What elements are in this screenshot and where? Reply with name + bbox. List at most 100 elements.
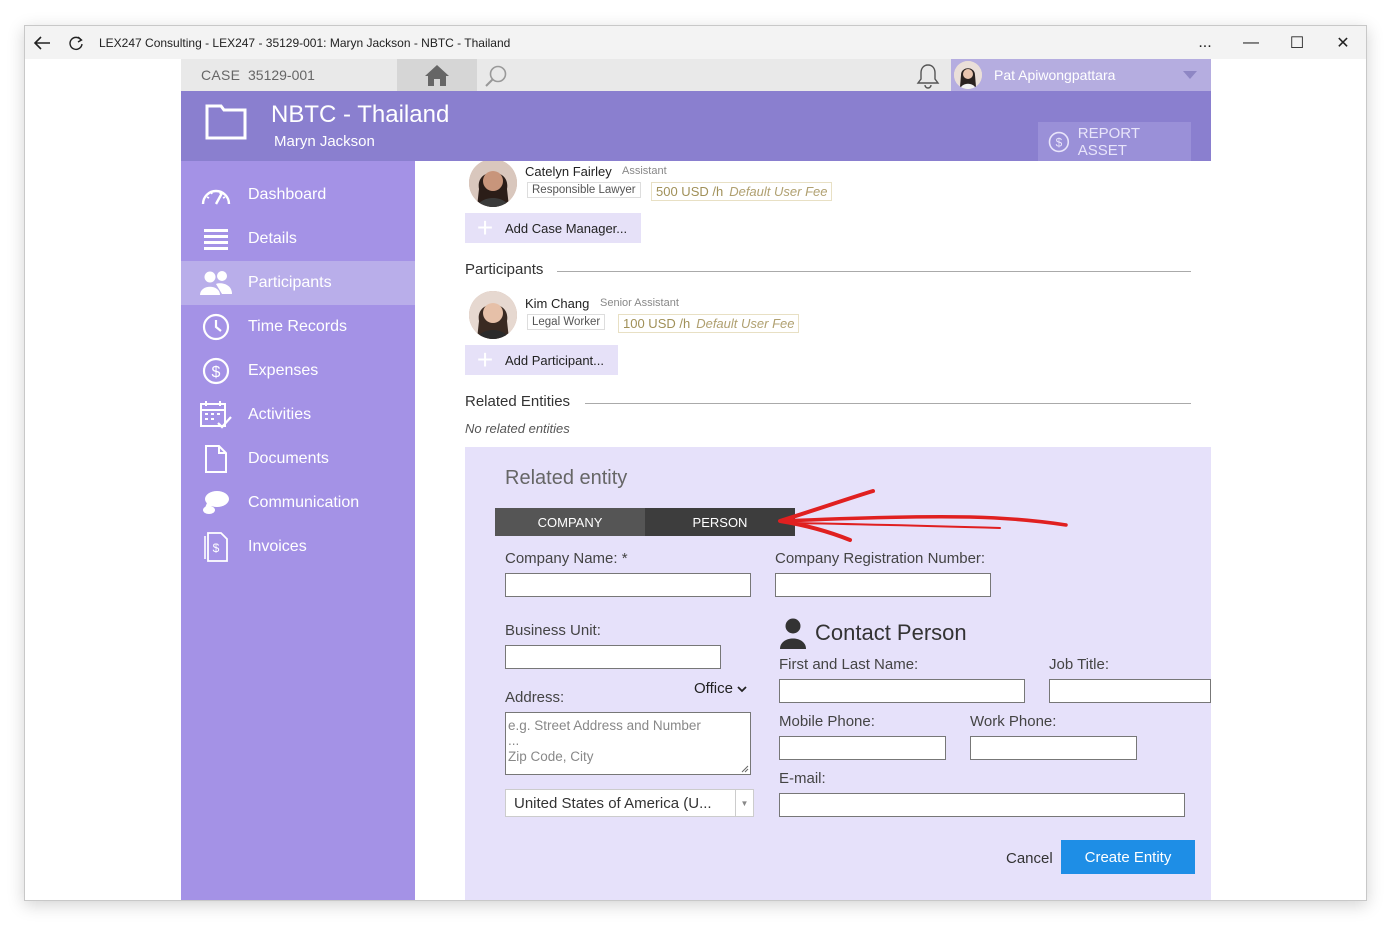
search-icon[interactable]: [484, 64, 508, 88]
business-unit-input[interactable]: [505, 645, 721, 669]
chevron-down-icon[interactable]: [1183, 71, 1197, 79]
chat-icon: [199, 488, 233, 518]
address-textarea[interactable]: e.g. Street Address and Number ... Zip C…: [505, 712, 751, 775]
sidebar-item-invoices[interactable]: $ Invoices: [181, 525, 415, 569]
page-title: NBTC - Thailand: [271, 101, 450, 128]
sidebar-item-time-records[interactable]: Time Records: [181, 305, 415, 349]
avatar[interactable]: [954, 61, 982, 89]
job-title-input[interactable]: [1049, 679, 1211, 703]
document-icon: [199, 444, 233, 474]
invoice-icon: $: [199, 532, 233, 562]
divider: [585, 403, 1191, 404]
person-role: Assistant: [622, 165, 667, 177]
sidebar-item-label: Details: [248, 230, 297, 247]
work-phone-label: Work Phone:: [970, 713, 1057, 730]
list-icon: [199, 224, 233, 254]
cancel-button[interactable]: Cancel: [1006, 850, 1053, 867]
bell-icon[interactable]: [916, 63, 940, 89]
address-placeholder-line: Zip Code, City: [508, 749, 594, 764]
country-value: United States of America (U...: [514, 794, 712, 812]
sidebar-item-participants[interactable]: Participants: [181, 261, 415, 305]
home-icon: [425, 65, 449, 86]
person-role: Senior Assistant: [600, 297, 679, 309]
add-participant-label: Add Participant...: [505, 352, 604, 368]
business-unit-label: Business Unit:: [505, 622, 601, 639]
tab-company[interactable]: COMPANY: [495, 508, 645, 536]
contact-person-title: Contact Person: [815, 620, 967, 645]
address-placeholder-line: ...: [508, 733, 520, 748]
job-title-label: Job Title:: [1049, 656, 1110, 673]
user-name[interactable]: Pat Apiwongpattara: [994, 67, 1115, 83]
case-number: 35129-001: [248, 67, 315, 83]
create-entity-button[interactable]: Create Entity: [1061, 840, 1195, 874]
more-icon[interactable]: ...: [1182, 26, 1228, 59]
dropdown-arrow-icon: ▼: [735, 790, 753, 816]
sidebar-item-activities[interactable]: Activities: [181, 393, 415, 437]
folder-icon: [205, 104, 247, 140]
sidebar-item-dashboard[interactable]: Dashboard: [181, 173, 415, 217]
email-input[interactable]: [779, 793, 1185, 817]
sidebar-item-label: Participants: [248, 274, 332, 291]
sidebar-item-communication[interactable]: Communication: [181, 481, 415, 525]
address-placeholder-line: e.g. Street Address and Number: [508, 718, 701, 733]
sidebar-item-documents[interactable]: Documents: [181, 437, 415, 481]
email-label: E-mail:: [779, 770, 826, 787]
person-name[interactable]: Catelyn Fairley: [525, 164, 612, 179]
sidebar-item-details[interactable]: Details: [181, 217, 415, 261]
clock-icon: [199, 312, 233, 342]
gauge-icon: [199, 180, 233, 210]
plus-icon: +: [476, 212, 494, 243]
report-asset-label: REPORT ASSET: [1077, 124, 1140, 159]
country-select[interactable]: United States of America (U... ▼: [505, 789, 754, 817]
company-name-input[interactable]: [505, 573, 751, 597]
plus-icon: +: [476, 344, 494, 375]
address-type-label: Office: [694, 680, 733, 697]
entity-type-switch: COMPANY PERSON: [495, 508, 795, 536]
empty-state: No related entities: [465, 421, 570, 436]
first-last-name-input[interactable]: [779, 679, 1025, 703]
minimize-icon[interactable]: —: [1228, 26, 1274, 59]
back-icon[interactable]: [25, 26, 59, 59]
work-phone-input[interactable]: [970, 736, 1137, 760]
resize-handle-icon[interactable]: [741, 765, 749, 773]
sidebar-item-label: Time Records: [248, 318, 347, 335]
app-window: LEX247 Consulting - LEX247 - 35129-001: …: [24, 25, 1367, 901]
close-icon[interactable]: ✕: [1320, 26, 1366, 59]
dollar-circle-icon: $: [1048, 131, 1070, 152]
sidebar-item-expenses[interactable]: $ Expenses: [181, 349, 415, 393]
first-last-name-label: First and Last Name:: [779, 656, 919, 673]
fee-label: 100 USD /h Default User Fee: [618, 314, 800, 333]
page-subtitle: Maryn Jackson: [274, 133, 375, 150]
app-root: CASE 35129-001 Pat Apiwongpattara NBTC -…: [181, 59, 1211, 900]
mobile-phone-label: Mobile Phone:: [779, 713, 875, 730]
avatar: [469, 291, 517, 339]
title-bar: LEX247 Consulting - LEX247 - 35129-001: …: [25, 26, 1366, 59]
company-name-label: Company Name: *: [505, 550, 628, 567]
mobile-phone-input[interactable]: [779, 736, 946, 760]
report-asset-button[interactable]: $ REPORT ASSET: [1038, 122, 1191, 161]
company-registration-input[interactable]: [775, 573, 991, 597]
maximize-icon[interactable]: ☐: [1274, 26, 1320, 59]
fee-note: Default User Fee: [696, 316, 795, 331]
home-button[interactable]: [397, 59, 477, 91]
person-icon: [780, 618, 806, 649]
fee-value: 100 USD /h: [623, 316, 691, 331]
add-participant-button[interactable]: + Add Participant...: [465, 345, 618, 375]
fee-value: 500 USD /h: [656, 184, 724, 199]
refresh-icon[interactable]: [59, 26, 93, 59]
add-case-manager-label: Add Case Manager...: [505, 220, 628, 236]
role-tag: Legal Worker: [527, 314, 606, 330]
avatar: [469, 161, 517, 207]
chevron-down-icon: [737, 686, 747, 693]
sidebar-item-label: Invoices: [248, 538, 307, 555]
person-name[interactable]: Kim Chang: [525, 296, 589, 311]
address-type-dropdown[interactable]: Office: [694, 680, 747, 697]
add-case-manager-button[interactable]: + Add Case Manager...: [465, 212, 642, 243]
top-bar: CASE 35129-001 Pat Apiwongpattara: [181, 59, 1211, 91]
sidebar-item-label: Expenses: [248, 362, 319, 379]
section-title-participants: Participants: [465, 261, 544, 278]
company-registration-label: Company Registration Number:: [775, 550, 986, 567]
annotation-arrow: [778, 489, 1068, 542]
case-header: NBTC - Thailand Maryn Jackson $ REPORT A…: [181, 91, 1211, 161]
svg-text:$: $: [1056, 135, 1063, 149]
